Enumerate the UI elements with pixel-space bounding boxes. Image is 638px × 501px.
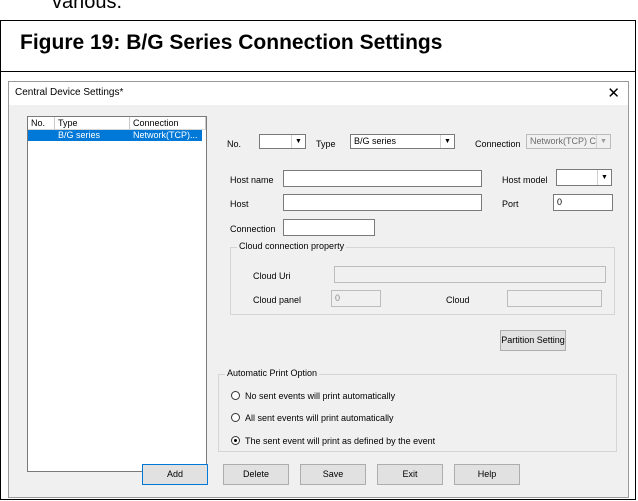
- radio-label: The sent event will print as defined by …: [245, 436, 436, 446]
- cloud-uri-label: Cloud Uri: [253, 271, 291, 281]
- window-title: Central Device Settings*: [15, 87, 124, 98]
- delete-button[interactable]: Delete: [223, 464, 289, 485]
- print-option-title: Automatic Print Option: [225, 368, 320, 378]
- radio-all-sent-events[interactable]: All sent events will print automatically: [231, 413, 394, 423]
- device-list-header: No. Type Connection: [28, 117, 206, 130]
- connection-input[interactable]: [283, 219, 375, 236]
- row-connection: Network(TCP)...: [133, 130, 198, 140]
- figure-divider: [0, 71, 636, 72]
- column-header-type[interactable]: Type: [55, 117, 130, 129]
- chevron-down-icon: ▼: [596, 135, 610, 148]
- help-button[interactable]: Help: [454, 464, 520, 485]
- central-device-settings-window: Central Device Settings* ✕ No. Type Conn…: [8, 81, 629, 498]
- type-dropdown[interactable]: B/G series ▼: [350, 134, 455, 149]
- column-header-no[interactable]: No.: [28, 117, 55, 129]
- save-button[interactable]: Save: [300, 464, 366, 485]
- chevron-down-icon: ▼: [291, 135, 305, 148]
- radio-no-sent-events[interactable]: No sent events will print automatically: [231, 391, 395, 401]
- no-dropdown[interactable]: ▼: [259, 134, 306, 149]
- column-header-connection[interactable]: Connection: [130, 117, 206, 129]
- cloud-uri-input[interactable]: [334, 266, 606, 283]
- device-list-row[interactable]: B/G series Network(TCP)...: [28, 130, 202, 141]
- port-input[interactable]: 0: [553, 194, 613, 211]
- automatic-print-option-group: Automatic Print Option No sent events wi…: [218, 368, 617, 452]
- figure-title: Figure 19: B/G Series Connection Setting…: [20, 31, 443, 54]
- device-list[interactable]: No. Type Connection B/G series Network(T…: [27, 116, 207, 472]
- host-model-dropdown[interactable]: ▼: [556, 169, 612, 186]
- window-titlebar: Central Device Settings* ✕: [9, 82, 628, 105]
- cloud-group-title: Cloud connection property: [237, 241, 347, 251]
- connection-type-value: Network(TCP) Cc: [530, 136, 601, 146]
- host-model-label: Host model: [502, 175, 548, 185]
- cloud-input[interactable]: [507, 290, 602, 307]
- type-label: Type: [316, 139, 336, 149]
- host-input[interactable]: [283, 194, 482, 211]
- partition-setting-button[interactable]: Partition Setting: [500, 330, 566, 351]
- close-icon[interactable]: ✕: [607, 84, 620, 102]
- cloud-label: Cloud: [446, 295, 470, 305]
- connection-type-dropdown[interactable]: Network(TCP) Cc ▼: [526, 134, 611, 149]
- cloud-panel-label: Cloud panel: [253, 295, 302, 305]
- exit-button[interactable]: Exit: [377, 464, 443, 485]
- radio-button-selected[interactable]: [231, 436, 240, 445]
- radio-label: All sent events will print automatically: [245, 413, 394, 423]
- radio-label: No sent events will print automatically: [245, 391, 396, 401]
- cloud-panel-input[interactable]: 0: [331, 290, 381, 307]
- add-button[interactable]: Add: [142, 464, 208, 485]
- type-dropdown-value: B/G series: [354, 136, 397, 146]
- radio-defined-by-event[interactable]: The sent event will print as defined by …: [231, 436, 435, 446]
- previous-text-fragment: various.: [52, 0, 123, 13]
- port-label: Port: [502, 199, 519, 209]
- host-label: Host: [230, 199, 249, 209]
- radio-button[interactable]: [231, 391, 240, 400]
- connection-label: Connection: [230, 224, 276, 234]
- row-type: B/G series: [58, 130, 101, 140]
- radio-button[interactable]: [231, 413, 240, 422]
- chevron-down-icon: ▼: [440, 135, 454, 148]
- chevron-down-icon: ▼: [597, 170, 611, 185]
- host-name-input[interactable]: [283, 170, 482, 187]
- connection-type-label: Connection: [475, 139, 521, 149]
- host-name-label: Host name: [230, 175, 274, 185]
- no-label: No.: [227, 139, 242, 149]
